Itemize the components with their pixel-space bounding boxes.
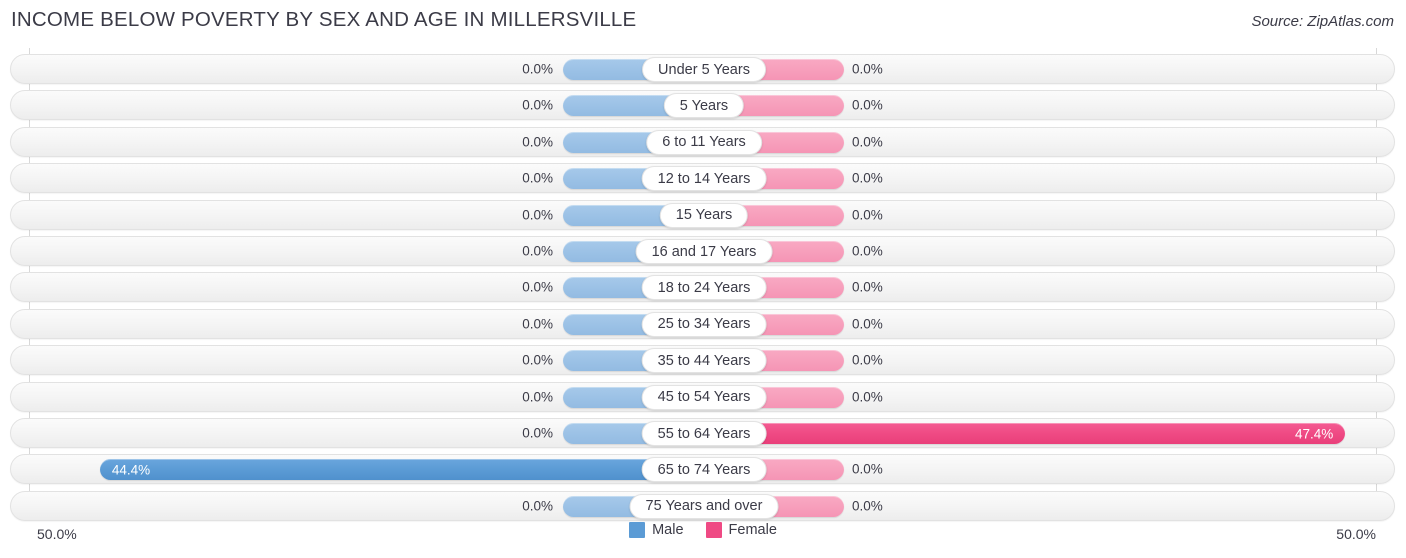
bar-value-female: 0.0%: [852, 243, 883, 259]
bar-value-female: 0.0%: [852, 97, 883, 113]
row-label-25-to-34-years[interactable]: 25 to 34 Years: [641, 311, 767, 337]
row-label-35-to-44-years[interactable]: 35 to 44 Years: [641, 348, 767, 374]
table-row[interactable]: 0.0% 0.0% 12 to 14 Years: [10, 163, 1395, 194]
bar-value-male: 0.0%: [522, 207, 553, 223]
row-label-15-years[interactable]: 15 Years: [659, 202, 749, 228]
bar-female[interactable]: 47.4%: [705, 423, 1346, 444]
table-row[interactable]: 44.4% 0.0% 65 to 74 Years: [10, 454, 1395, 485]
source-attribution: Source: ZipAtlas.com: [1251, 13, 1394, 30]
chart-container: INCOME BELOW POVERTY BY SEX AND AGE IN M…: [0, 0, 1406, 558]
row-label-5-years[interactable]: 5 Years: [663, 93, 745, 119]
bar-value-female: 0.0%: [852, 461, 883, 477]
table-row[interactable]: 0.0% 0.0% 15 Years: [10, 199, 1395, 230]
bar-value-female: 47.4%: [1294, 426, 1334, 441]
bar-value-female: 0.0%: [852, 134, 883, 150]
row-label-16-and-17-years[interactable]: 16 and 17 Years: [635, 239, 773, 264]
bar-value-female: 0.0%: [852, 389, 883, 405]
row-label-55-to-64-years[interactable]: 55 to 64 Years: [641, 421, 767, 446]
bar-value-male: 0.0%: [522, 243, 553, 259]
table-row[interactable]: 0.0% 0.0% 75 Years and over: [10, 490, 1395, 521]
bar-value-female: 0.0%: [852, 170, 883, 186]
legend-swatch-female: [705, 522, 722, 538]
page-title: INCOME BELOW POVERTY BY SEX AND AGE IN M…: [11, 8, 637, 31]
table-row[interactable]: 0.0% 0.0% 35 to 44 Years: [10, 345, 1395, 376]
bar-value-male: 0.0%: [522, 279, 553, 295]
bar-value-female: 0.0%: [852, 207, 883, 223]
table-row[interactable]: 0.0% 0.0% 45 to 54 Years: [10, 381, 1395, 412]
legend-label: Female: [728, 522, 777, 538]
row-label-under-5-years[interactable]: Under 5 Years: [642, 57, 766, 82]
table-row[interactable]: 0.0% 0.0% 18 to 24 Years: [10, 272, 1395, 303]
bar-value-male: 44.4%: [111, 462, 151, 478]
bar-value-female: 0.0%: [852, 279, 883, 295]
bar-value-male: 0.0%: [522, 61, 553, 77]
bar-value-female: 0.0%: [852, 352, 883, 368]
table-row[interactable]: 0.0% 0.0% 16 and 17 Years: [10, 236, 1395, 266]
row-label-75-years-and-over[interactable]: 75 Years and over: [629, 493, 779, 519]
row-label-18-to-24-years[interactable]: 18 to 24 Years: [641, 275, 767, 301]
legend-item-male[interactable]: Male: [629, 522, 684, 538]
bar-value-male: 0.0%: [522, 498, 553, 514]
row-label-45-to-54-years[interactable]: 45 to 54 Years: [641, 384, 767, 410]
bar-male[interactable]: 44.4%: [99, 459, 703, 481]
table-row[interactable]: 0.0% 0.0% 5 Years: [10, 90, 1395, 121]
legend-label: Male: [652, 522, 684, 538]
bar-value-male: 0.0%: [522, 97, 553, 113]
bar-value-female: 0.0%: [852, 316, 883, 332]
bar-value-male: 0.0%: [522, 352, 553, 368]
table-row[interactable]: 0.0% 47.4% 55 to 64 Years: [10, 418, 1395, 448]
bar-value-male: 0.0%: [522, 425, 553, 441]
legend-item-female[interactable]: Female: [705, 522, 777, 538]
table-row[interactable]: 0.0% 0.0% 25 to 34 Years: [10, 308, 1395, 339]
bar-value-female: 0.0%: [852, 61, 883, 77]
table-row[interactable]: 0.0% 0.0% Under 5 Years: [10, 54, 1395, 84]
table-row[interactable]: 0.0% 0.0% 6 to 11 Years: [10, 126, 1395, 157]
row-label-12-to-14-years[interactable]: 12 to 14 Years: [641, 166, 767, 192]
plot-area: 0.0% 0.0% Under 5 Years 0.0% 0.0% 5 Years 0.0%…: [0, 48, 1406, 521]
row-label-65-to-74-years[interactable]: 65 to 74 Years: [641, 457, 767, 483]
bar-value-male: 0.0%: [522, 170, 553, 186]
row-label-6-to-11-years[interactable]: 6 to 11 Years: [646, 129, 762, 155]
chart-legend: Male Female: [0, 522, 1406, 538]
legend-swatch-male: [629, 522, 646, 538]
bar-value-male: 0.0%: [522, 389, 553, 405]
bar-value-female: 0.0%: [852, 498, 883, 514]
bar-value-male: 0.0%: [522, 316, 553, 332]
bar-value-male: 0.0%: [522, 134, 553, 150]
